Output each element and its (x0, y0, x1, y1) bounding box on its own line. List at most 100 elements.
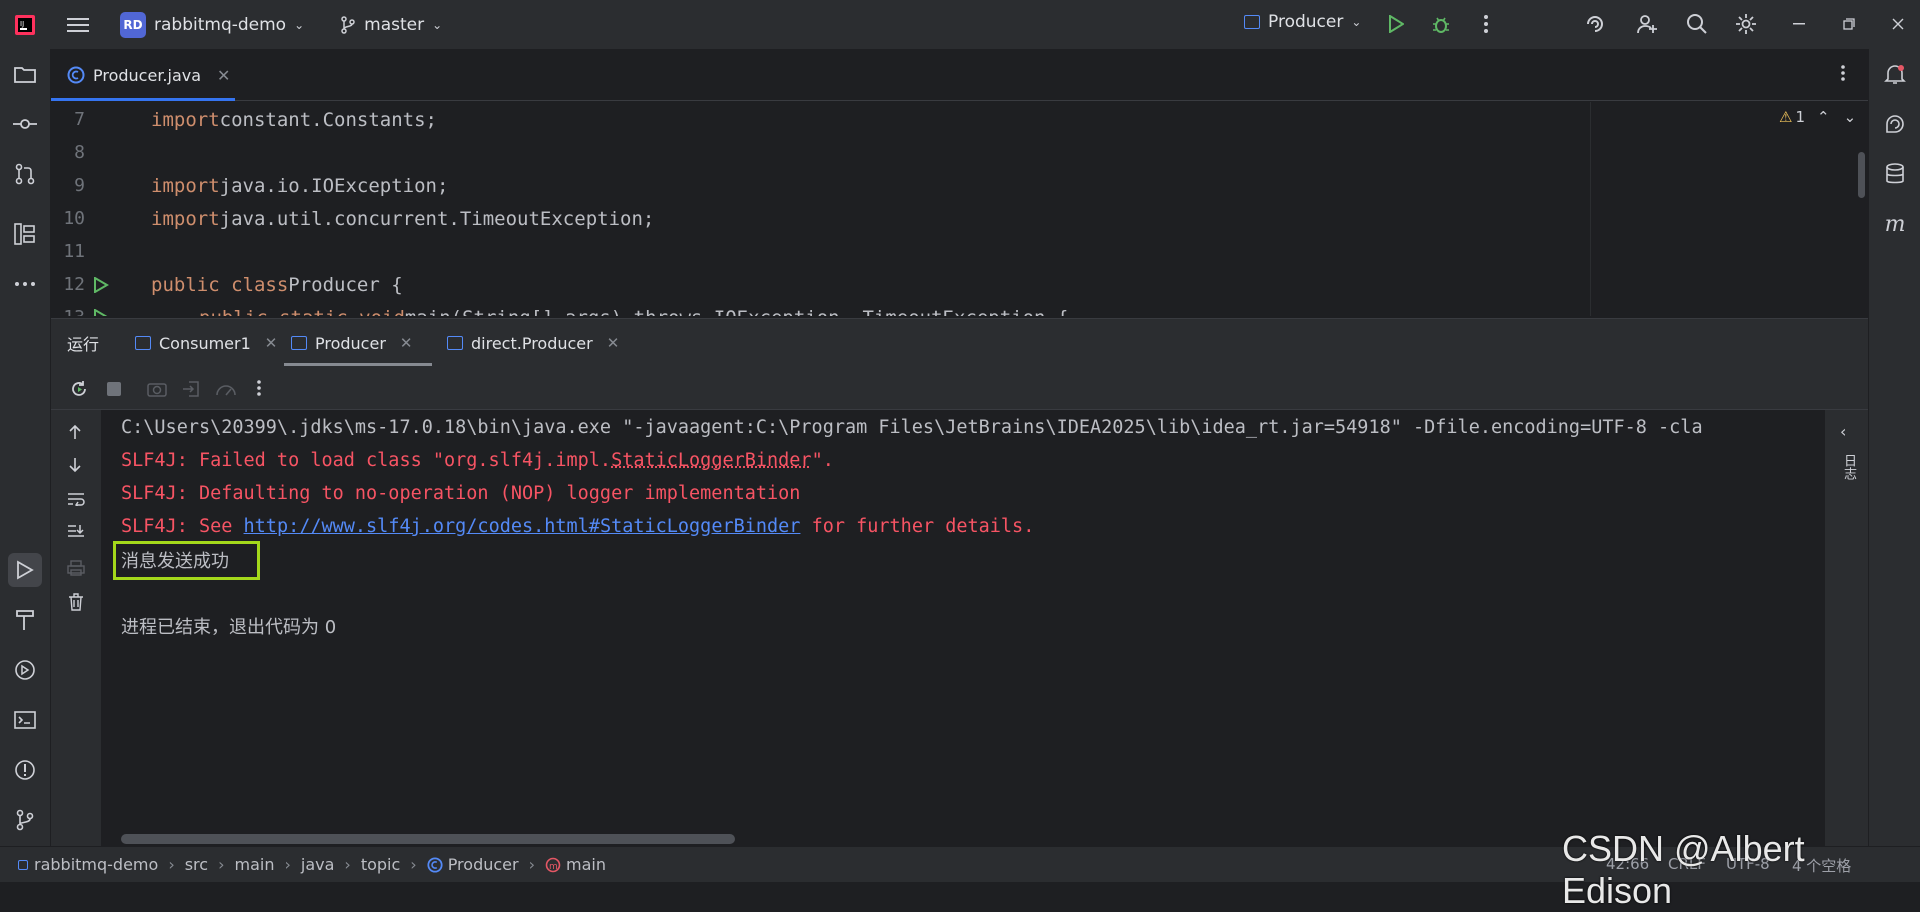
minimize-icon[interactable] (1779, 4, 1819, 44)
breadcrumb-item[interactable]: main (566, 855, 606, 874)
chevron-up-icon[interactable]: ⌃ (1817, 108, 1830, 126)
breadcrumb-item[interactable]: java (301, 855, 335, 874)
close-tab-icon[interactable]: ✕ (265, 334, 278, 352)
chevron-down-icon: ⌄ (432, 18, 442, 32)
console-error-class[interactable]: StaticLoggerBinder (611, 450, 811, 471)
tab-options-icon[interactable] (1841, 65, 1845, 81)
app-window-icon (1244, 15, 1260, 29)
method-icon: m (545, 857, 561, 873)
chevron-right-icon: › (344, 855, 350, 874)
code-text: main(String[] args) throws IOException, … (405, 307, 1068, 317)
more-run-actions-icon[interactable] (257, 380, 261, 396)
console-link[interactable]: http://www.slf4j.org/codes.html#StaticLo… (244, 516, 801, 537)
run-toolbar (51, 366, 1868, 410)
warning-count: 1 (1795, 108, 1805, 126)
scroll-to-end-icon[interactable] (67, 524, 85, 540)
search-icon[interactable] (1677, 4, 1717, 44)
services-icon[interactable] (8, 653, 42, 687)
main-menu-icon[interactable] (58, 5, 98, 45)
profiler-icon[interactable] (215, 380, 237, 398)
editor-tab-label: Producer.java (93, 66, 201, 85)
code-keyword: public class (151, 274, 288, 296)
build-hammer-icon[interactable] (8, 603, 42, 637)
log-side-label[interactable]: 日志 (1839, 454, 1858, 480)
ai-chat-icon[interactable] (1878, 107, 1912, 141)
code-keyword: import (151, 175, 220, 197)
code-line: 12 public class Producer { (51, 268, 1751, 301)
close-tab-icon[interactable]: ✕ (607, 334, 620, 352)
add-user-icon[interactable] (1627, 4, 1667, 44)
chevron-down-icon: ⌄ (294, 18, 304, 32)
run-config-selector[interactable]: Producer ⌄ (1244, 12, 1361, 32)
chevron-left-icon[interactable]: ‹ (1840, 422, 1846, 441)
breadcrumb-item[interactable]: main (234, 855, 274, 874)
code-text: java.io.IOException; (220, 175, 449, 197)
console-horizontal-scrollbar[interactable] (121, 834, 735, 844)
code-text: java.util.concurrent.TimeoutException; (220, 208, 655, 230)
run-tab-label: Consumer1 (159, 334, 251, 353)
pull-requests-icon[interactable] (8, 157, 42, 191)
camera-icon[interactable] (147, 381, 167, 397)
settings-gear-icon[interactable] (1726, 4, 1766, 44)
console-output[interactable]: C:\Users\20399\.jdks\ms-17.0.18\bin\java… (101, 410, 1825, 846)
close-tab-icon[interactable]: ✕ (217, 66, 230, 85)
commit-icon[interactable] (8, 107, 42, 141)
console-error-text: for further details. (800, 516, 1034, 537)
debug-icon[interactable] (1421, 4, 1461, 44)
run-tab-label: Producer (315, 334, 386, 353)
editor-tab-producer[interactable]: Producer.java ✕ (51, 49, 235, 101)
console-error-text: SLF4J: See (121, 516, 244, 537)
project-name: rabbitmq-demo (154, 15, 286, 35)
stop-icon[interactable] (106, 381, 122, 397)
run-window-title: 运行 (67, 319, 99, 367)
inspection-widget[interactable]: ⚠ 1 ⌃ ⌄ (1779, 108, 1856, 126)
rerun-icon[interactable] (69, 379, 89, 399)
print-icon[interactable] (67, 560, 85, 576)
run-tool-icon[interactable] (8, 553, 42, 587)
code-editor[interactable]: 7 import constant.Constants; 8 9 import … (51, 102, 1868, 316)
git-icon[interactable] (8, 803, 42, 837)
terminal-icon[interactable] (8, 703, 42, 737)
app-window-icon (447, 336, 463, 350)
breadcrumb-item[interactable]: Producer (448, 855, 519, 874)
editor-scrollbar[interactable] (1858, 152, 1865, 198)
maven-icon[interactable]: m (1878, 207, 1912, 241)
problems-icon[interactable] (8, 753, 42, 787)
app-logo-icon[interactable]: IJ (0, 14, 50, 36)
code-line: 7 import constant.Constants; (51, 103, 1751, 136)
soft-wrap-icon[interactable] (67, 492, 85, 506)
clear-trash-icon[interactable] (68, 593, 84, 611)
database-icon[interactable] (1878, 157, 1912, 191)
run-icon[interactable] (1376, 4, 1416, 44)
restore-icon[interactable] (1829, 4, 1869, 44)
notifications-bell-icon[interactable] (1878, 57, 1912, 91)
module-icon (18, 860, 28, 870)
close-tab-icon[interactable]: ✕ (400, 334, 413, 352)
chevron-down-icon[interactable]: ⌄ (1844, 108, 1857, 126)
run-tab-producer[interactable]: Producer ✕ (291, 319, 412, 367)
run-config-name: Producer (1268, 12, 1343, 32)
scroll-up-icon[interactable] (68, 424, 82, 440)
close-window-icon[interactable] (1878, 4, 1918, 44)
run-gutter-icon[interactable] (93, 309, 109, 316)
branch-switcher[interactable]: master ⌄ (340, 15, 442, 35)
line-number: 9 (51, 175, 85, 196)
run-tab-consumer1[interactable]: Consumer1 ✕ (135, 319, 277, 367)
attach-icon[interactable] (182, 380, 200, 398)
breadcrumb-item[interactable]: src (185, 855, 208, 874)
breadcrumb-item[interactable]: topic (361, 855, 400, 874)
project-switcher[interactable]: RD rabbitmq-demo ⌄ (120, 12, 304, 38)
ai-assistant-icon[interactable] (1575, 4, 1615, 44)
breadcrumb-item[interactable]: rabbitmq-demo (34, 855, 158, 874)
project-folder-icon[interactable] (8, 57, 42, 91)
run-tab-label: direct.Producer (471, 334, 593, 353)
breadcrumb: rabbitmq-demo › src › main › java › topi… (18, 855, 606, 874)
console-line: SLF4J: Defaulting to no-operation (NOP) … (121, 477, 800, 510)
structure-icon[interactable] (8, 217, 42, 251)
console-line: C:\Users\20399\.jdks\ms-17.0.18\bin\java… (121, 411, 1703, 444)
more-tools-icon[interactable] (8, 267, 42, 301)
scroll-down-icon[interactable] (68, 457, 82, 473)
more-actions-icon[interactable] (1466, 4, 1506, 44)
run-gutter-icon[interactable] (93, 277, 109, 293)
run-tab-direct-producer[interactable]: direct.Producer ✕ (447, 319, 619, 367)
